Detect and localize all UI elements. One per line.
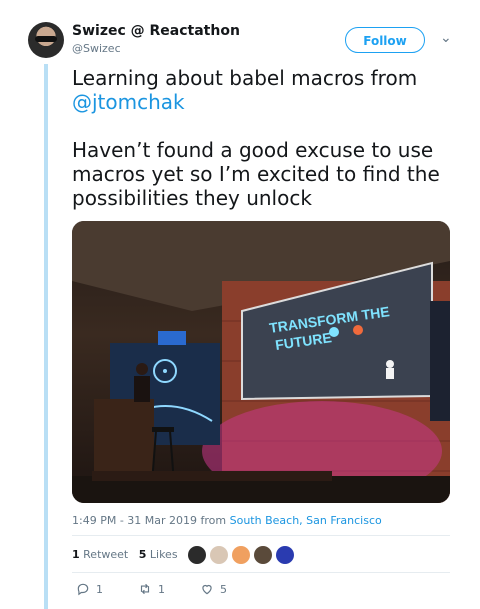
retweet-button[interactable]: 1: [138, 582, 200, 596]
likes-label[interactable]: Likes: [150, 548, 178, 561]
tweet-photo[interactable]: TRANSFORM THE FUTURE: [72, 221, 450, 503]
liker-avatar[interactable]: [232, 546, 250, 564]
liker-avatars: [188, 546, 294, 564]
tweet-meta: 1:49 PM - 31 Mar 2019 from South Beach, …: [72, 514, 382, 527]
reply-count: 1: [96, 582, 103, 596]
tweet-text: Learning about babel macros from @jtomch…: [72, 66, 462, 210]
engagement-stats: 1 Retweet 5 Likes: [72, 548, 178, 561]
liker-avatar[interactable]: [254, 546, 272, 564]
tweet-actions: 1 1 5: [76, 582, 262, 596]
retweet-action-count: 1: [158, 582, 165, 596]
author-name[interactable]: Swizec @ Reactathon: [72, 23, 240, 39]
retweet-count[interactable]: 1: [72, 548, 80, 561]
follow-button[interactable]: Follow: [345, 27, 425, 53]
mention-link[interactable]: @jtomchak: [72, 90, 185, 114]
avatar[interactable]: [28, 22, 64, 58]
reply-button[interactable]: 1: [76, 582, 138, 596]
likes-count[interactable]: 5: [139, 548, 147, 561]
liker-avatar[interactable]: [210, 546, 228, 564]
location-link[interactable]: South Beach, San Francisco: [230, 514, 382, 527]
retweet-label[interactable]: Retweet: [83, 548, 128, 561]
heart-icon: [202, 584, 212, 595]
thread-line: [44, 64, 48, 609]
author-handle[interactable]: @Swizec: [72, 42, 121, 55]
timestamp[interactable]: 1:49 PM - 31 Mar 2019 from: [72, 514, 226, 527]
divider: [72, 535, 450, 536]
tweet-line-1: Learning about babel macros from: [72, 66, 418, 90]
like-action-count: 5: [220, 582, 227, 596]
chevron-down-icon[interactable]: ⌄: [440, 30, 452, 46]
tweet-line-2: Haven’t found a good excuse to use macro…: [72, 138, 440, 210]
divider: [72, 572, 450, 573]
like-button[interactable]: 5: [200, 582, 262, 596]
liker-avatar[interactable]: [188, 546, 206, 564]
liker-avatar[interactable]: [276, 546, 294, 564]
reply-icon: [77, 583, 89, 596]
retweet-icon: [140, 583, 150, 595]
